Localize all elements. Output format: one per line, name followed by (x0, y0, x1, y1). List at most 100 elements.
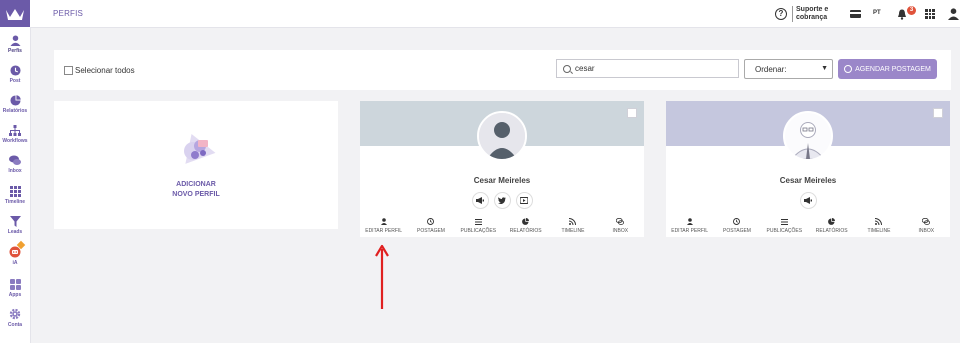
inbox-button[interactable]: INBOX (903, 218, 950, 234)
sidebar-item-apps[interactable]: Apps (0, 277, 30, 298)
sidebar-item-timeline[interactable]: Timeline (0, 184, 30, 205)
action-label: EDITAR PERFIL (365, 228, 403, 234)
add-profile-card[interactable]: ADICIONAR NOVO PERFIL (54, 101, 338, 229)
divider (792, 6, 793, 22)
profile-card: Cesar Meireles EDITAR PERFIL POSTAGEM PU… (360, 101, 644, 237)
profile-select-checkbox[interactable] (933, 108, 943, 118)
sidebar-item-label: Post (9, 78, 21, 84)
annotation-arrow-icon (375, 244, 389, 309)
support-link[interactable]: Suporte e cobrança (796, 6, 836, 22)
sidebar-item-workflows[interactable]: Workflows (0, 123, 30, 144)
sidebar-item-label: Perfis (8, 48, 22, 54)
gear-icon (8, 307, 22, 321)
order-select[interactable]: Ordenar: ▼ (744, 59, 833, 79)
schedule-post-button[interactable]: AGENDAR POSTAGEM (838, 59, 937, 79)
timeline-button[interactable]: TIMELINE (855, 218, 902, 234)
twitter-icon[interactable] (493, 192, 511, 209)
profile-name[interactable]: Cesar Meireles (666, 176, 950, 185)
action-label: PUBLICAÇÕES (460, 228, 497, 234)
select-all-checkbox[interactable]: Selecionar todos (64, 66, 135, 75)
rss-icon (569, 218, 577, 225)
search-icon (563, 64, 571, 73)
credit-card-icon[interactable] (850, 10, 861, 18)
search-box (556, 59, 739, 78)
sidebar-item-ia[interactable]: iA (0, 240, 30, 266)
sidebar: Perfis Post Relatórios Workflows Inbox T… (0, 0, 31, 343)
crown-icon[interactable] (0, 0, 30, 27)
profile-select-checkbox[interactable] (627, 108, 637, 118)
publications-button[interactable]: PUBLICAÇÕES (761, 218, 808, 234)
clock-icon (844, 65, 853, 73)
sidebar-item-relatorios[interactable]: Relatórios (0, 93, 30, 114)
apps-grid-icon[interactable] (925, 9, 935, 19)
help-icon[interactable]: ? (775, 8, 787, 20)
sidebar-item-inbox[interactable]: Inbox (0, 153, 30, 174)
action-label: EDITAR PERFIL (671, 228, 709, 234)
sidebar-item-label: Conta (7, 322, 23, 328)
sidebar-item-label: iA (12, 260, 18, 266)
robot-icon (8, 240, 26, 259)
avatar[interactable] (783, 111, 833, 161)
sidebar-item-post[interactable]: Post (0, 63, 30, 84)
top-bar: PERFIS ? Suporte e cobrança PT 3 (30, 0, 960, 28)
action-label: TIMELINE (561, 228, 585, 234)
chat-icon (922, 218, 931, 225)
post-button[interactable]: POSTAGEM (713, 218, 760, 234)
user-account-icon[interactable] (948, 7, 959, 20)
action-label: INBOX (918, 228, 935, 234)
profile-actions: EDITAR PERFIL POSTAGEM PUBLICAÇÕES RELAT… (666, 218, 950, 234)
sidebar-item-perfis[interactable]: Perfis (0, 33, 30, 54)
post-button[interactable]: POSTAGEM (407, 218, 454, 234)
profile-card: Cesar Meireles EDITAR PERFIL POSTAGEM PU… (666, 101, 950, 237)
page-title: PERFIS (53, 9, 84, 18)
rss-icon (875, 218, 883, 225)
youtube-icon[interactable] (515, 192, 533, 209)
megaphone-icon[interactable] (471, 192, 489, 209)
sidebar-item-label: Timeline (4, 199, 26, 205)
edit-profile-button[interactable]: EDITAR PERFIL (360, 218, 407, 234)
sidebar-item-conta[interactable]: Conta (0, 307, 30, 328)
sidebar-item-label: Leads (7, 229, 23, 235)
chat-icon (8, 153, 22, 167)
action-label: POSTAGEM (417, 228, 445, 234)
action-label: RELATÓRIOS (509, 228, 542, 234)
select-all-label: Selecionar todos (75, 66, 135, 75)
action-label: INBOX (612, 228, 629, 234)
action-label: POSTAGEM (723, 228, 751, 234)
reports-button[interactable]: RELATÓRIOS (808, 218, 855, 234)
notification-badge: 3 (907, 6, 916, 15)
apps-icon (8, 277, 22, 291)
timeline-button[interactable]: TIMELINE (549, 218, 596, 234)
megaphone-icon[interactable] (799, 192, 817, 209)
add-profile-label: ADICIONAR NOVO PERFIL (54, 180, 338, 200)
avatar[interactable] (477, 111, 527, 161)
sidebar-item-leads[interactable]: Leads (0, 214, 30, 235)
add-profile-illustration-icon (173, 129, 221, 169)
filter-toolbar: Selecionar todos Ordenar: ▼ AGENDAR POST… (54, 50, 951, 90)
user-icon (380, 218, 387, 225)
list-icon (474, 218, 482, 225)
search-input[interactable] (575, 64, 725, 73)
reports-button[interactable]: RELATÓRIOS (502, 218, 549, 234)
action-label: RELATÓRIOS (815, 228, 848, 234)
user-icon (686, 218, 693, 225)
inbox-button[interactable]: INBOX (597, 218, 644, 234)
order-select-value: Ordenar: (755, 64, 787, 74)
social-networks (666, 192, 950, 209)
user-icon (8, 33, 22, 47)
clock-icon (733, 218, 741, 225)
profile-actions: EDITAR PERFIL POSTAGEM PUBLICAÇÕES RELAT… (360, 218, 644, 234)
sidebar-item-label: Apps (8, 292, 22, 298)
action-label: PUBLICAÇÕES (766, 228, 803, 234)
grid-icon (8, 184, 22, 198)
schedule-post-label: AGENDAR POSTAGEM (855, 65, 931, 73)
publications-button[interactable]: PUBLICAÇÕES (455, 218, 502, 234)
clock-icon (8, 63, 22, 77)
pie-chart-icon (828, 218, 836, 225)
bell-icon[interactable] (897, 9, 907, 23)
chevron-down-icon: ▼ (821, 65, 828, 72)
edit-profile-button[interactable]: EDITAR PERFIL (666, 218, 713, 234)
checkbox[interactable] (64, 66, 73, 75)
language-selector[interactable]: PT (873, 10, 881, 16)
profile-name[interactable]: Cesar Meireles (360, 176, 644, 185)
